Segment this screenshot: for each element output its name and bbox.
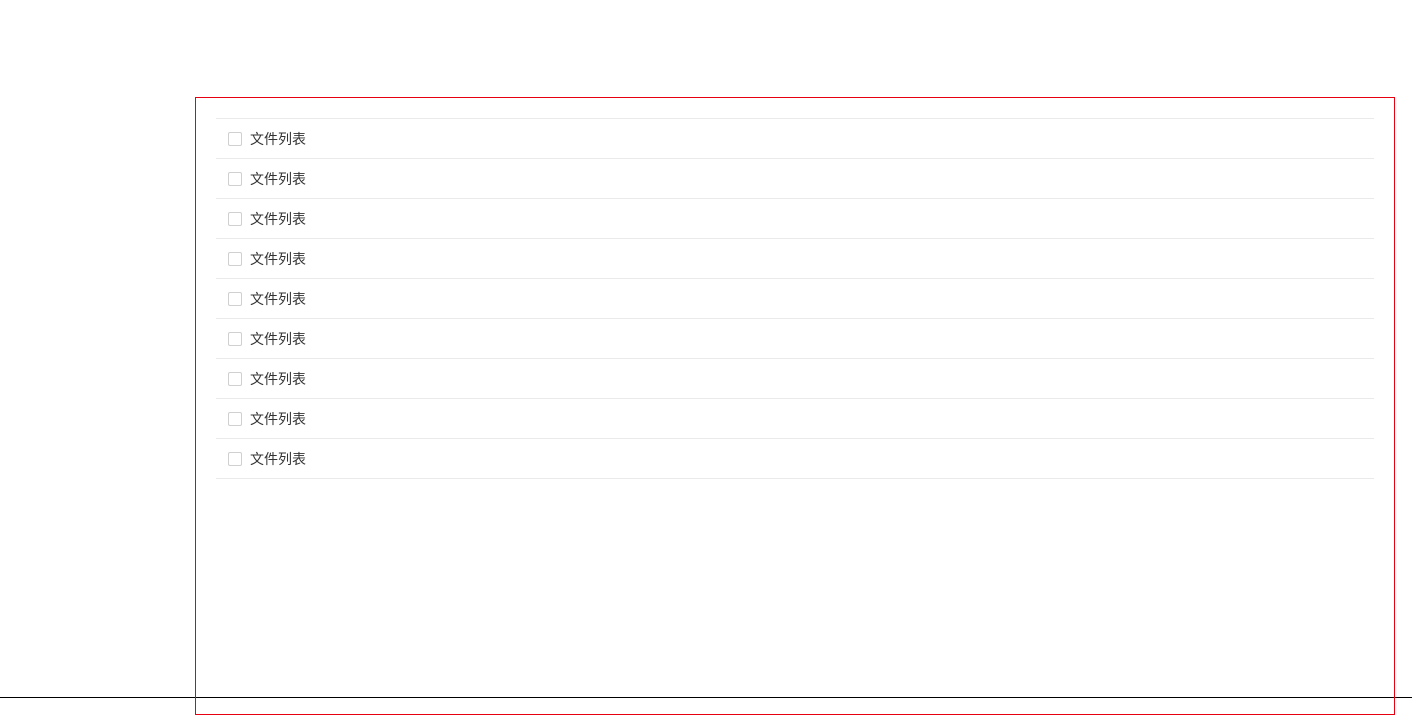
checkbox[interactable] bbox=[228, 372, 242, 386]
checkbox[interactable] bbox=[228, 452, 242, 466]
checkbox[interactable] bbox=[228, 132, 242, 146]
list-item[interactable]: 文件列表 bbox=[216, 118, 1374, 159]
checkbox[interactable] bbox=[228, 292, 242, 306]
list-item[interactable]: 文件列表 bbox=[216, 398, 1374, 439]
list-item-label: 文件列表 bbox=[250, 132, 306, 146]
list-item-label: 文件列表 bbox=[250, 172, 306, 186]
list-item[interactable]: 文件列表 bbox=[216, 358, 1374, 399]
checkbox[interactable] bbox=[228, 252, 242, 266]
list-item-label: 文件列表 bbox=[250, 252, 306, 266]
list-item[interactable]: 文件列表 bbox=[216, 438, 1374, 479]
list-item[interactable]: 文件列表 bbox=[216, 238, 1374, 279]
list-item-label: 文件列表 bbox=[250, 372, 306, 386]
file-list-panel: 文件列表 文件列表 文件列表 文件列表 文件列表 文件列表 文件列表 文件列表 … bbox=[195, 97, 1395, 715]
checkbox[interactable] bbox=[228, 172, 242, 186]
list-item[interactable]: 文件列表 bbox=[216, 318, 1374, 359]
list-item-label: 文件列表 bbox=[250, 292, 306, 306]
list-item-label: 文件列表 bbox=[250, 332, 306, 346]
list-item[interactable]: 文件列表 bbox=[216, 278, 1374, 319]
checkbox[interactable] bbox=[228, 212, 242, 226]
checkbox[interactable] bbox=[228, 332, 242, 346]
checkbox[interactable] bbox=[228, 412, 242, 426]
list-item[interactable]: 文件列表 bbox=[216, 158, 1374, 199]
list-item-label: 文件列表 bbox=[250, 412, 306, 426]
list-item[interactable]: 文件列表 bbox=[216, 198, 1374, 239]
list-item-label: 文件列表 bbox=[250, 212, 306, 226]
list-item-label: 文件列表 bbox=[250, 452, 306, 466]
